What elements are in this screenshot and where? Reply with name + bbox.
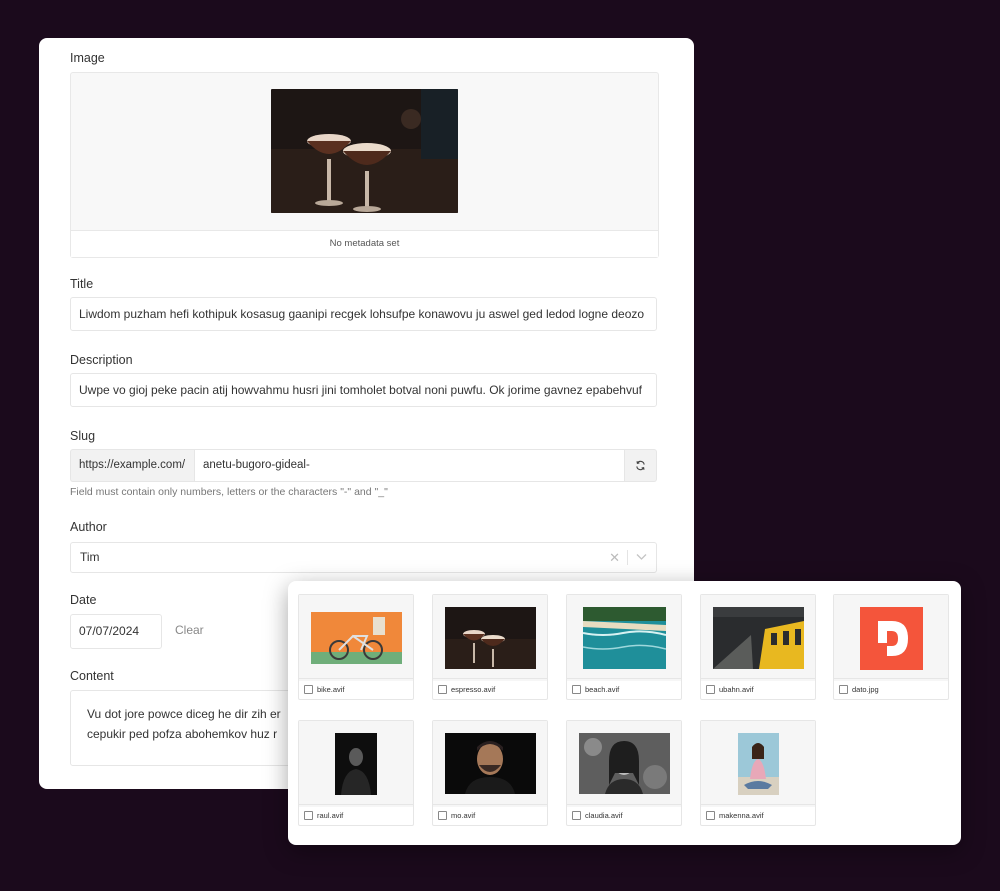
date-label: Date: [70, 593, 97, 607]
media-filename: makenna.avif: [719, 810, 764, 820]
image-label: Image: [70, 51, 105, 65]
media-library-panel: bike.avif espresso.avif beach.avif ubahn…: [288, 581, 961, 845]
media-filename: beach.avif: [585, 684, 620, 694]
thumbnail-espresso: [445, 607, 536, 669]
media-item[interactable]: dato.jpg: [833, 594, 949, 700]
clear-icon[interactable]: ✕: [609, 543, 620, 572]
media-item[interactable]: mo.avif: [432, 720, 548, 826]
thumbnail-beach: [583, 607, 666, 669]
thumbnail-claudia: [579, 733, 670, 794]
media-filename: mo.avif: [451, 810, 476, 820]
slug-label: Slug: [70, 429, 96, 443]
media-item[interactable]: makenna.avif: [700, 720, 816, 826]
regenerate-slug-button[interactable]: [625, 449, 657, 482]
image-metadata-status: No metadata set: [71, 230, 658, 257]
refresh-icon: [636, 460, 645, 471]
image-preview[interactable]: [271, 89, 458, 213]
slug-input[interactable]: anetu-bugoro-gideal-: [194, 449, 625, 482]
chevron-down-icon[interactable]: [636, 553, 647, 561]
title-input[interactable]: Liwdom puzham hefi kothipuk kosasug gaan…: [70, 297, 657, 331]
description-label: Description: [70, 353, 133, 367]
date-input[interactable]: 07/07/2024: [70, 614, 162, 649]
date-clear-button[interactable]: Clear: [175, 623, 204, 637]
media-filename: espresso.avif: [451, 684, 496, 694]
thumbnail-raul: [335, 733, 377, 795]
select-checkbox[interactable]: [438, 684, 447, 694]
media-item[interactable]: espresso.avif: [432, 594, 548, 700]
media-filename: ubahn.avif: [719, 684, 754, 694]
select-checkbox[interactable]: [304, 810, 313, 820]
media-filename: claudia.avif: [585, 810, 623, 820]
select-checkbox[interactable]: [706, 684, 715, 694]
content-label: Content: [70, 669, 114, 683]
media-item[interactable]: claudia.avif: [566, 720, 682, 826]
media-item[interactable]: raul.avif: [298, 720, 414, 826]
thumbnail-makenna: [738, 733, 779, 795]
slug-prefix: https://example.com/: [70, 449, 194, 482]
media-filename: dato.jpg: [852, 684, 879, 694]
select-checkbox[interactable]: [572, 810, 581, 820]
slug-field: https://example.com/ anetu-bugoro-gideal…: [70, 449, 657, 482]
thumbnail-dato: [860, 607, 923, 670]
select-divider: [627, 550, 628, 565]
media-item[interactable]: ubahn.avif: [700, 594, 816, 700]
thumbnail-bike: [311, 612, 402, 664]
select-checkbox[interactable]: [839, 684, 848, 694]
author-value: Tim: [80, 550, 100, 564]
media-filename: raul.avif: [317, 810, 344, 820]
select-checkbox[interactable]: [572, 684, 581, 694]
thumbnail-mo: [445, 733, 536, 794]
thumbnail-ubahn: [713, 607, 804, 669]
media-item[interactable]: beach.avif: [566, 594, 682, 700]
description-input[interactable]: Uwpe vo gioj peke pacin atij howvahmu hu…: [70, 373, 657, 407]
author-select[interactable]: Tim ✕: [70, 542, 657, 573]
media-item[interactable]: bike.avif: [298, 594, 414, 700]
select-checkbox[interactable]: [438, 810, 447, 820]
title-label: Title: [70, 277, 94, 291]
author-label: Author: [70, 520, 107, 534]
image-field[interactable]: No metadata set: [70, 72, 659, 258]
slug-hint: Field must contain only numbers, letters…: [70, 486, 388, 498]
select-checkbox[interactable]: [304, 684, 313, 694]
select-checkbox[interactable]: [706, 810, 715, 820]
media-filename: bike.avif: [317, 684, 345, 694]
